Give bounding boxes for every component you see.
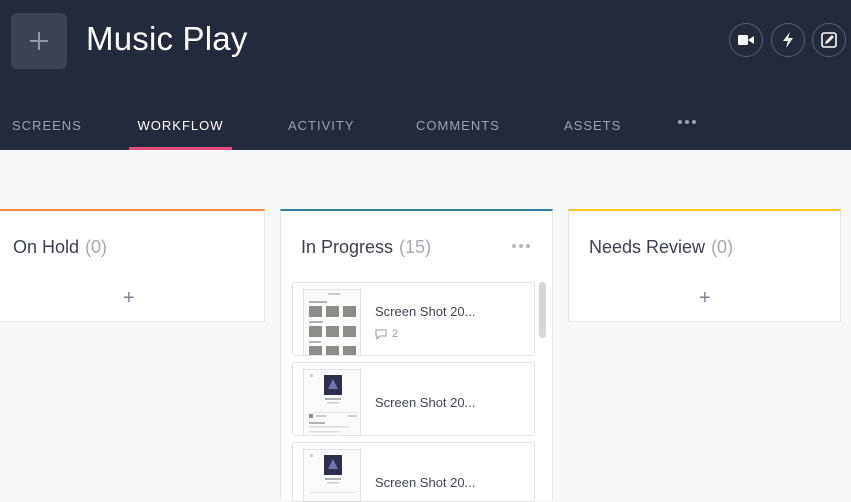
tab-screens[interactable]: SCREENS xyxy=(12,100,82,150)
more-icon xyxy=(678,120,682,124)
column-count: (0) xyxy=(85,237,108,257)
screen-thumbnail xyxy=(303,289,361,355)
lightning-icon xyxy=(783,32,793,48)
more-icon xyxy=(512,244,516,248)
tab-assets[interactable]: ASSETS xyxy=(564,100,621,150)
column-needs-review: Needs Review (0) + xyxy=(568,209,841,322)
screen-card[interactable]: Screen Shot 20... xyxy=(292,362,535,436)
plus-icon xyxy=(30,32,48,50)
card-title: Screen Shot 20... xyxy=(375,304,476,319)
tab-comments[interactable]: COMMENTS xyxy=(416,100,500,150)
column-on-hold: On Hold (0) + xyxy=(0,209,265,322)
column-title: On Hold (0) xyxy=(13,237,107,258)
project-header: Music Play SCREENS WORKFLOW ACTIVITY COM… xyxy=(0,0,851,150)
project-title: Music Play xyxy=(86,20,248,57)
tab-workflow[interactable]: WORKFLOW xyxy=(129,100,232,150)
comment-count-value: 2 xyxy=(392,328,399,340)
more-tabs-button[interactable] xyxy=(678,100,699,144)
screen-card[interactable]: Screen Shot 20... xyxy=(292,442,535,502)
screen-card[interactable]: Screen Shot 20... 2 xyxy=(292,282,535,356)
add-screen-button[interactable]: + xyxy=(699,288,711,308)
project-tabs: SCREENS WORKFLOW ACTIVITY COMMENTS ASSET… xyxy=(0,100,851,150)
screen-thumbnail xyxy=(303,369,361,435)
column-scrollbar[interactable] xyxy=(539,282,546,338)
screen-thumbnail xyxy=(303,449,361,501)
comment-count: 2 xyxy=(375,328,398,340)
record-button[interactable] xyxy=(729,23,763,57)
video-camera-icon xyxy=(738,35,754,45)
comment-icon xyxy=(375,328,387,340)
column-title: In Progress (15) xyxy=(301,237,431,258)
column-count: (15) xyxy=(399,237,432,257)
column-in-progress: In Progress (15) Screen Shot 20... 2 Scr… xyxy=(280,209,553,502)
column-count: (0) xyxy=(711,237,734,257)
tab-activity[interactable]: ACTIVITY xyxy=(288,100,355,150)
column-name: Needs Review xyxy=(589,237,706,257)
card-title: Screen Shot 20... xyxy=(375,395,476,410)
card-title: Screen Shot 20... xyxy=(375,475,476,490)
column-title: Needs Review (0) xyxy=(589,237,733,258)
edit-button[interactable] xyxy=(812,23,846,57)
column-name: On Hold xyxy=(13,237,80,257)
edit-icon xyxy=(821,32,837,48)
add-screen-button[interactable]: + xyxy=(123,288,135,308)
column-name: In Progress xyxy=(301,237,394,257)
column-menu-button[interactable] xyxy=(512,244,533,248)
add-project-button[interactable] xyxy=(11,13,67,69)
flash-button[interactable] xyxy=(771,23,805,57)
